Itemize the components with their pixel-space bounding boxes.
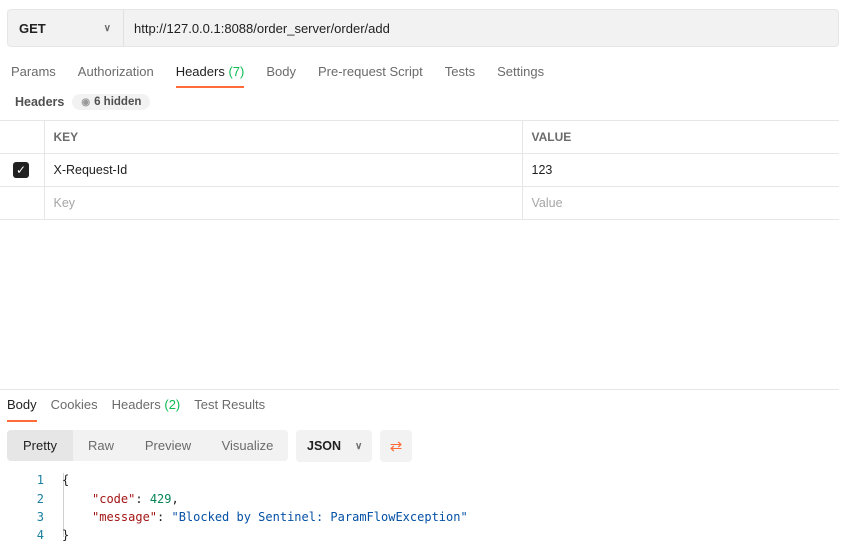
value-input[interactable]: Value [522,186,839,220]
tab-body[interactable]: Body [255,62,307,88]
view-visualize[interactable]: Visualize [207,430,288,461]
response-tabs: Body Cookies Headers (2) Test Results [0,397,272,422]
code-line: } [62,528,70,542]
url-bar: GET ∨ http://127.0.0.1:8088/order_server/… [7,9,839,47]
tab-params[interactable]: Params [0,62,67,88]
table-header: KEY VALUE [0,120,839,154]
hidden-headers-toggle[interactable]: ◉ 6 hidden [72,94,151,110]
line-number: 3 [36,510,44,524]
row-checkbox[interactable]: ✓ [13,162,29,178]
response-tab-body[interactable]: Body [0,397,44,422]
line-number: 4 [36,528,44,542]
format-select[interactable]: JSON ∨ [296,430,372,462]
line-number: 2 [36,492,44,506]
tab-label: Headers [175,64,225,79]
tab-tests[interactable]: Tests [434,62,486,88]
header-key[interactable]: X-Request-Id [44,153,523,187]
view-raw[interactable]: Raw [73,430,129,461]
table-row: ✓ X-Request-Id 123 [0,153,839,187]
method-select[interactable]: GET ∨ [8,10,124,46]
key-column-header: KEY [44,120,523,154]
eye-icon: ◉ [81,97,91,108]
line-number: 1 [36,473,44,487]
headers-label: Headers [15,95,65,109]
tab-count: (7) [228,64,245,79]
tab-label: Headers [111,397,161,412]
chevron-down-icon: ∨ [355,440,363,452]
format-label: JSON [307,439,342,453]
tab-authorization[interactable]: Authorization [67,62,165,88]
response-tab-cookies[interactable]: Cookies [44,397,105,422]
key-input[interactable]: Key [44,186,523,220]
method-label: GET [19,20,46,36]
url-input[interactable]: http://127.0.0.1:8088/order_server/order… [124,21,390,36]
wrap-lines-button[interactable]: ⇄ [380,430,412,462]
value-column-header: VALUE [522,120,839,154]
tab-pre-request-script[interactable]: Pre-request Script [307,62,434,88]
tab-settings[interactable]: Settings [486,62,555,88]
code-line: "message": "Blocked by Sentinel: ParamFl… [92,510,468,524]
tab-headers[interactable]: Headers (7) [165,62,256,88]
code-line: "code": 429, [92,492,179,506]
response-tab-headers[interactable]: Headers (2) [105,397,188,422]
table-row-new: Key Value [0,186,839,220]
tab-count: (2) [164,397,181,412]
view-mode-selector: Pretty Raw Preview Visualize [7,430,288,461]
code-line: { [62,473,70,487]
headers-table: KEY VALUE ✓ X-Request-Id 123 Key Value [0,120,839,220]
view-pretty[interactable]: Pretty [7,430,73,461]
response-tab-test-results[interactable]: Test Results [187,397,272,422]
request-tabs: Params Authorization Headers (7) Body Pr… [0,62,555,88]
chevron-down-icon: ∨ [103,22,111,34]
header-value[interactable]: 123 [522,153,839,187]
pane-divider[interactable] [0,389,839,390]
wrap-icon: ⇄ [389,438,403,455]
hidden-count: 6 hidden [94,96,142,108]
view-preview[interactable]: Preview [129,430,207,461]
